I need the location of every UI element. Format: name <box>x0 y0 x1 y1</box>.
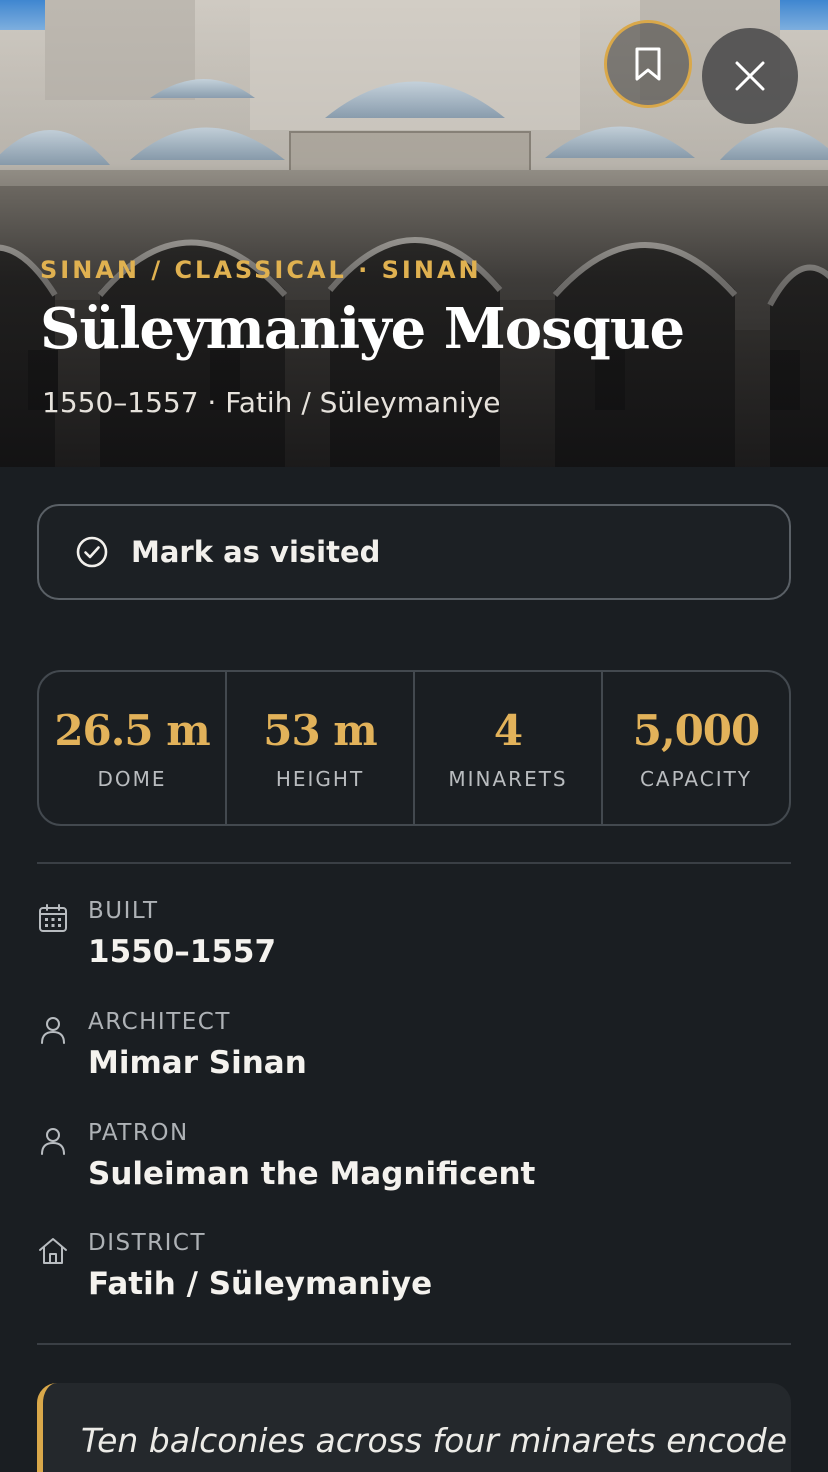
fact-label: BUILT <box>88 898 159 924</box>
stat-dome: 26.5 m DOME <box>39 672 227 824</box>
calendar-icon <box>39 904 67 932</box>
check-circle-icon <box>76 536 108 568</box>
section-divider <box>37 862 791 864</box>
stat-label: CAPACITY <box>639 766 753 791</box>
category-kicker: SINAN / CLASSICAL · SINAN <box>40 256 482 284</box>
mark-visited-label: Mark as visited <box>131 535 381 569</box>
pull-quote-text: Ten balconies across four minarets encod… <box>81 1421 788 1460</box>
fact-value: Fatih / Süleymaniye <box>88 1266 433 1302</box>
stat-value: 26.5 m <box>54 705 210 755</box>
stat-height: 53 m HEIGHT <box>227 672 415 824</box>
home-icon <box>39 1238 67 1264</box>
pull-quote: Ten balconies across four minarets encod… <box>37 1383 791 1472</box>
section-divider <box>37 1343 791 1345</box>
fact-label: DISTRICT <box>88 1230 207 1256</box>
fact-value: Mimar Sinan <box>88 1045 307 1081</box>
close-icon <box>735 61 765 91</box>
person-icon <box>41 1128 65 1155</box>
bookmark-button[interactable] <box>604 20 692 108</box>
stat-label: HEIGHT <box>275 766 365 791</box>
stat-value: 53 m <box>263 705 378 755</box>
fact-built: BUILT 1550–1557 <box>37 898 791 988</box>
mark-visited-button[interactable]: Mark as visited <box>37 504 791 600</box>
stat-label: DOME <box>97 766 167 791</box>
fact-architect: ARCHITECT Mimar Sinan <box>37 1009 791 1099</box>
stat-capacity: 5,000 CAPACITY <box>603 672 789 824</box>
person-icon <box>41 1017 65 1044</box>
stats-panel: 26.5 m DOME 53 m HEIGHT 4 MINARETS 5,000… <box>37 670 791 826</box>
page-title: Süleymaniye Mosque <box>40 296 685 362</box>
fact-label: PATRON <box>88 1120 189 1146</box>
page-subtitle: 1550–1557 · Fatih / Süleymaniye <box>42 386 501 419</box>
fact-value: Suleiman the Magnificent <box>88 1156 536 1192</box>
stat-minarets: 4 MINARETS <box>415 672 603 824</box>
fact-label: ARCHITECT <box>88 1009 231 1035</box>
close-button[interactable] <box>702 28 798 124</box>
stat-value: 5,000 <box>632 705 761 755</box>
hero-image: SINAN / CLASSICAL · SINAN Süleymaniye Mo… <box>0 0 828 467</box>
bookmark-icon <box>635 47 661 81</box>
fact-patron: PATRON Suleiman the Magnificent <box>37 1120 791 1210</box>
stat-label: MINARETS <box>448 766 568 791</box>
fact-value: 1550–1557 <box>88 934 277 970</box>
stat-value: 4 <box>493 705 523 755</box>
fact-district: DISTRICT Fatih / Süleymaniye <box>37 1230 791 1320</box>
